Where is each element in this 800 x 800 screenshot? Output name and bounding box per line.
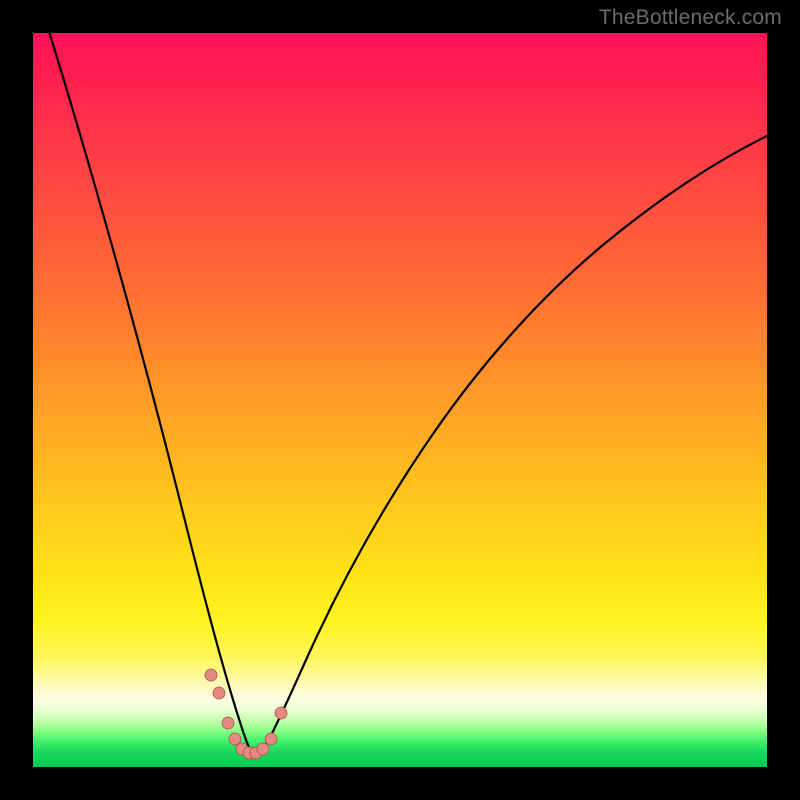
plot-area [33, 33, 767, 767]
marker-dot [275, 707, 287, 719]
curve-left [47, 25, 254, 754]
curve-right [254, 133, 773, 754]
marker-dot [213, 687, 225, 699]
trough-markers [205, 669, 287, 759]
marker-dot [229, 733, 241, 745]
watermark-text: TheBottleneck.com [599, 6, 782, 30]
chart-frame: TheBottleneck.com [0, 0, 800, 800]
chart-svg [33, 33, 767, 767]
marker-dot [205, 669, 217, 681]
marker-dot [265, 733, 277, 745]
marker-dot [257, 743, 269, 755]
marker-dot [222, 717, 234, 729]
